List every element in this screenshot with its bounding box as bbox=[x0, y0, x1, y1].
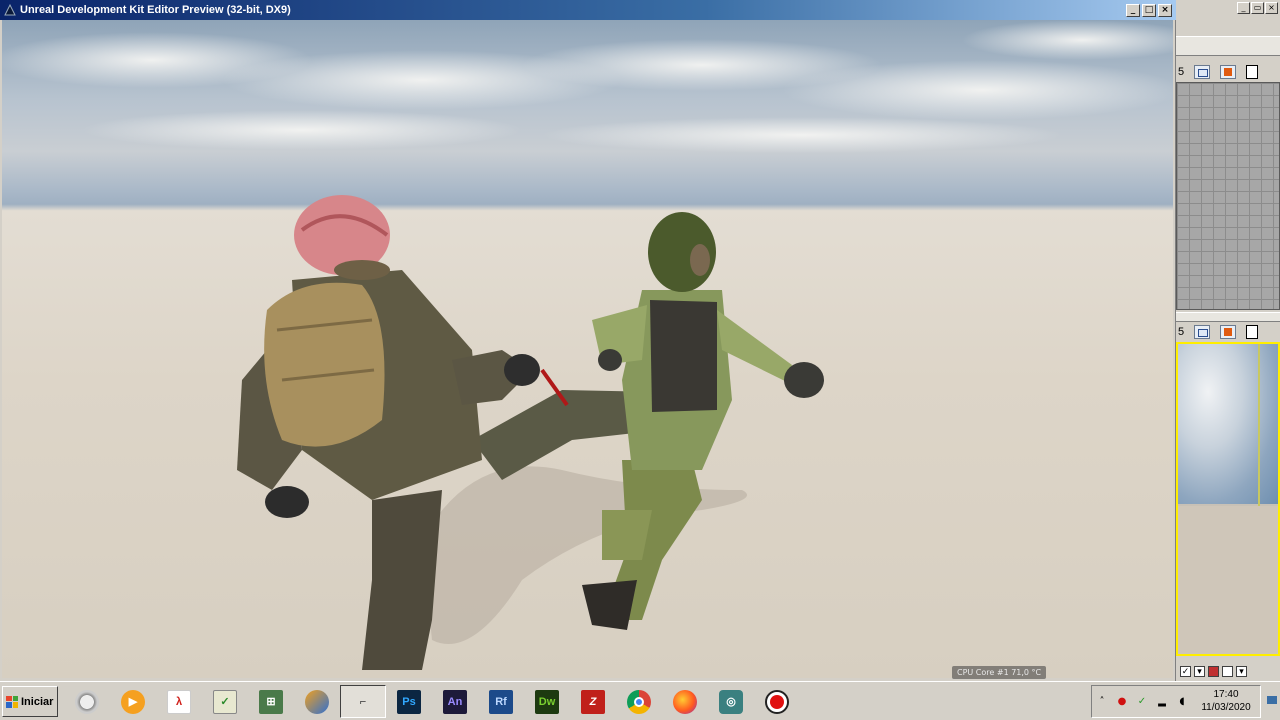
play-icon: ▶ bbox=[121, 689, 145, 714]
panel-icon[interactable] bbox=[1222, 665, 1233, 677]
filezilla-icon: Z bbox=[581, 689, 605, 714]
taskbar-app-firefox[interactable] bbox=[662, 685, 708, 718]
viewport-divider bbox=[1176, 312, 1280, 322]
preview-window: Unreal Development Kit Editor Preview (3… bbox=[0, 0, 1176, 681]
network-icon: ⊞ bbox=[259, 689, 283, 714]
taskbar-app-components[interactable] bbox=[294, 685, 340, 718]
minimize-button[interactable]: _ bbox=[1126, 3, 1140, 17]
record-icon bbox=[765, 689, 789, 714]
checkbox-icon[interactable]: ✓ bbox=[1180, 665, 1191, 677]
taskbar-app-recorder[interactable] bbox=[754, 685, 800, 718]
taskbar-app-task-manager[interactable]: ✓ bbox=[202, 685, 248, 718]
dreamweaver-icon: Dw bbox=[535, 689, 559, 714]
photoshop-icon: Ps bbox=[397, 689, 421, 714]
maximize-viewport-icon[interactable] bbox=[1246, 65, 1258, 79]
maximize-button[interactable]: □ bbox=[1142, 3, 1156, 17]
viewport-number-bottom: 5 bbox=[1178, 326, 1185, 338]
editor-panel: _ ▭ × 5 5 ✓ ▾ ▾ bbox=[1176, 0, 1280, 681]
globe-icon: ◎ bbox=[719, 689, 743, 714]
editor-toolbar-strip bbox=[1176, 36, 1280, 56]
taskbar-app-media-player[interactable]: ▶ bbox=[110, 685, 156, 718]
viewport-toolbar-top: 5 bbox=[1176, 63, 1280, 81]
realtime-toggle-icon-bottom[interactable] bbox=[1220, 325, 1236, 339]
editor-status-bar: ✓ ▾ ▾ bbox=[1176, 661, 1280, 681]
close-button[interactable]: × bbox=[1158, 3, 1172, 17]
tray-record-icon[interactable]: ● bbox=[1116, 696, 1128, 708]
taskbar-app-reflow[interactable]: Rf bbox=[478, 685, 524, 718]
taskbar-app-dreamweaver[interactable]: Dw bbox=[524, 685, 570, 718]
taskbar: Iniciar ▶ λ ✓ ⊞ ⌐ Ps An Rf Dw Z ◎ ˄ ● ✓ … bbox=[0, 681, 1280, 720]
clock-time: 17:40 bbox=[1213, 689, 1239, 700]
pdf-icon: λ bbox=[167, 689, 191, 714]
taskbar-app-photoshop[interactable]: Ps bbox=[386, 685, 432, 718]
view-mode-icon-bottom[interactable] bbox=[1194, 325, 1210, 339]
gauge-icon bbox=[75, 689, 99, 714]
udk-app-icon bbox=[4, 4, 16, 16]
ortho-grid-viewport[interactable] bbox=[1176, 82, 1280, 310]
taskbar-app-acrobat[interactable]: λ bbox=[156, 685, 202, 718]
scene-render bbox=[2, 20, 1173, 670]
components-icon bbox=[305, 689, 329, 714]
window-title: Unreal Development Kit Editor Preview (3… bbox=[20, 4, 291, 16]
animate-icon: An bbox=[443, 689, 467, 714]
taskbar-app-network-monitor[interactable]: ◎ bbox=[708, 685, 754, 718]
taskbar-apps: ▶ λ ✓ ⊞ ⌐ Ps An Rf Dw Z ◎ bbox=[64, 685, 800, 718]
taskbar-app-animate[interactable]: An bbox=[432, 685, 478, 718]
chrome-icon bbox=[627, 689, 651, 714]
tray-sync-icon[interactable]: ✓ bbox=[1136, 696, 1148, 708]
clock[interactable]: 17:40 11/03/2020 bbox=[1196, 688, 1256, 714]
title-bar[interactable]: Unreal Development Kit Editor Preview (3… bbox=[0, 0, 1176, 20]
viewport-toolbar-bottom: 5 bbox=[1176, 323, 1280, 341]
delete-icon[interactable] bbox=[1208, 665, 1219, 677]
view-mode-icon[interactable] bbox=[1194, 65, 1210, 79]
taskbar-app-filezilla[interactable]: Z bbox=[570, 685, 616, 718]
dropdown-arrow-icon[interactable]: ▾ bbox=[1194, 665, 1205, 677]
firefox-icon bbox=[673, 689, 697, 714]
sky-clouds bbox=[2, 20, 1173, 153]
editor-minimize-button[interactable]: _ bbox=[1237, 2, 1250, 14]
rifle-icon: ⌐ bbox=[359, 695, 367, 708]
tray-signal-icon[interactable]: ▂ bbox=[1156, 696, 1168, 708]
dropdown-arrow-icon-2[interactable]: ▾ bbox=[1236, 665, 1247, 677]
taskbar-app-speedometer[interactable] bbox=[64, 685, 110, 718]
reflow-icon: Rf bbox=[489, 689, 513, 714]
perspective-viewport[interactable] bbox=[1176, 342, 1280, 656]
chart-icon: ✓ bbox=[213, 689, 237, 714]
maximize-viewport-icon-bottom[interactable] bbox=[1246, 325, 1258, 339]
editor-restore-button[interactable]: ▭ bbox=[1251, 2, 1264, 14]
tray-volume-icon[interactable]: ◖ bbox=[1176, 696, 1188, 708]
taskbar-app-unreal-preview[interactable]: ⌐ bbox=[340, 685, 386, 718]
start-button[interactable]: Iniciar bbox=[2, 686, 58, 717]
show-desktop-icon[interactable] bbox=[1266, 692, 1278, 708]
realtime-toggle-icon[interactable] bbox=[1220, 65, 1236, 79]
start-label: Iniciar bbox=[21, 695, 54, 708]
cpu-temperature-readout: CPU Core #1 71,0 °C bbox=[952, 666, 1047, 679]
clock-date: 11/03/2020 bbox=[1201, 702, 1251, 713]
taskbar-app-chrome[interactable] bbox=[616, 685, 662, 718]
game-viewport[interactable] bbox=[2, 20, 1173, 678]
taskbar-app-network-tool[interactable]: ⊞ bbox=[248, 685, 294, 718]
viewport-number: 5 bbox=[1178, 66, 1185, 78]
tray-expand-icon[interactable]: ˄ bbox=[1096, 696, 1108, 708]
editor-close-button[interactable]: × bbox=[1265, 2, 1278, 14]
windows-logo-icon bbox=[6, 695, 18, 708]
